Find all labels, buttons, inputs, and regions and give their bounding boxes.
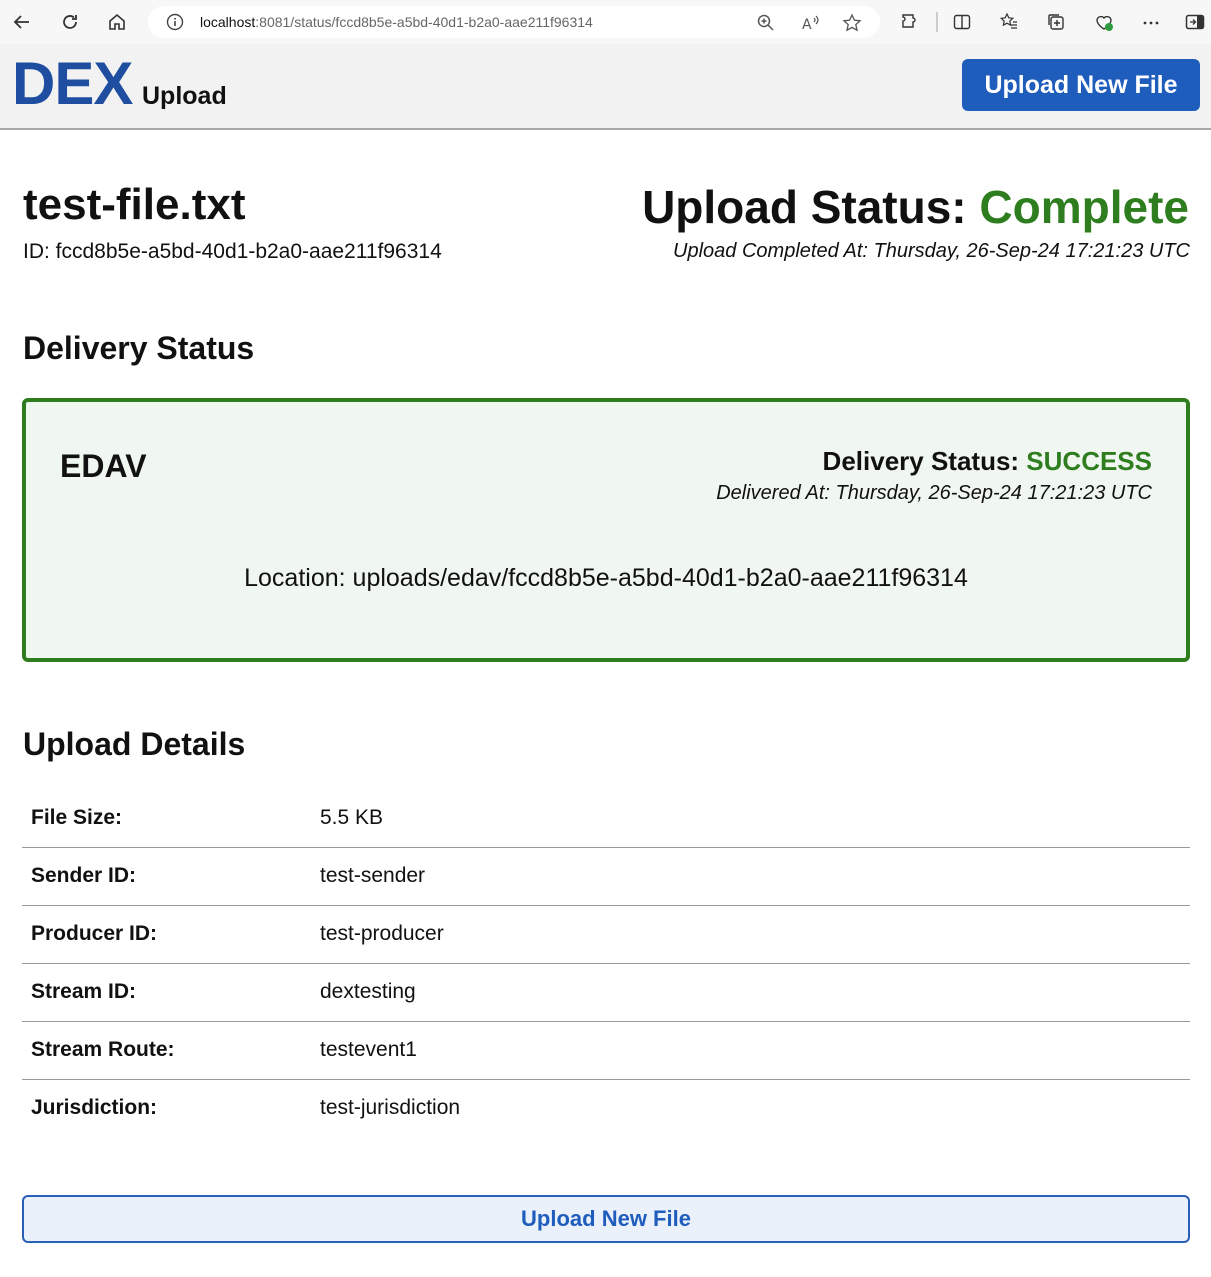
upload-details-section-title: Upload Details: [23, 726, 246, 762]
upload-status-label: Upload Status:: [642, 181, 980, 233]
detail-label: File Size:: [31, 806, 123, 829]
delivery-destination: EDAV: [60, 448, 147, 484]
svg-text:A: A: [802, 17, 812, 33]
split-screen-icon[interactable]: [952, 12, 972, 32]
detail-value: test-sender: [320, 864, 426, 887]
table-row: File Size: 5.5 KB: [22, 790, 1190, 848]
detail-label: Sender ID:: [31, 864, 137, 887]
upload-status-value: Complete: [979, 181, 1189, 233]
detail-value: test-jurisdiction: [320, 1096, 461, 1119]
detail-label: Jurisdiction:: [31, 1096, 158, 1119]
favorites-list-icon[interactable]: [999, 12, 1019, 32]
read-aloud-icon[interactable]: A: [800, 13, 820, 33]
browser-toolbar: localhost:8081/status/fccd8b5e-a5bd-40d1…: [0, 0, 1211, 44]
detail-value: dextesting: [320, 980, 416, 1003]
logo-subtitle: Upload: [142, 82, 227, 110]
detail-value: 5.5 KB: [320, 806, 384, 829]
table-row: Jurisdiction: test-jurisdiction: [22, 1080, 1190, 1138]
delivery-status-label: Delivery Status:: [822, 446, 1027, 476]
info-icon[interactable]: [166, 13, 184, 31]
address-bar[interactable]: localhost:8081/status/fccd8b5e-a5bd-40d1…: [148, 6, 880, 38]
home-icon[interactable]: [103, 8, 131, 36]
table-row: Producer ID: test-producer: [22, 906, 1190, 964]
upload-completed-at: Upload Completed At: Thursday, 26-Sep-24…: [673, 240, 1190, 262]
delivery-status-value: SUCCESS: [1026, 446, 1152, 476]
favorite-star-icon[interactable]: [842, 13, 862, 33]
toolbar-divider: [936, 12, 938, 32]
upload-status-heading: Upload Status: Complete: [642, 180, 1189, 234]
upload-details-table: File Size: 5.5 KB Sender ID: test-sender…: [22, 790, 1190, 1138]
url-host: localhost: [200, 14, 256, 30]
detail-label: Stream ID:: [31, 980, 137, 1003]
detail-value: test-producer: [320, 922, 444, 945]
table-row: Stream ID: dextesting: [22, 964, 1190, 1022]
app-header: DEX Upload Upload New File: [0, 44, 1211, 130]
collections-icon[interactable]: [1046, 12, 1066, 32]
delivery-card: EDAV Delivery Status: SUCCESS Delivered …: [22, 398, 1190, 662]
delivery-location: Location: uploads/edav/fccd8b5e-a5bd-40d…: [244, 564, 968, 592]
sidebar-toggle-icon[interactable]: [1185, 12, 1205, 32]
header-upload-new-file-button[interactable]: Upload New File: [962, 59, 1200, 111]
detail-label: Stream Route:: [31, 1038, 175, 1061]
zoom-icon[interactable]: [756, 13, 776, 33]
file-id: ID: fccd8b5e-a5bd-40d1-b2a0-aae211f96314: [23, 240, 442, 263]
file-name-heading: test-file.txt: [23, 180, 246, 229]
detail-label: Producer ID:: [31, 922, 158, 945]
table-row: Stream Route: testevent1: [22, 1022, 1190, 1080]
detail-value: testevent1: [320, 1038, 417, 1061]
dex-logo[interactable]: DEX: [12, 52, 133, 116]
refresh-icon[interactable]: [56, 8, 84, 36]
extensions-icon[interactable]: [900, 12, 920, 32]
back-arrow-icon[interactable]: [8, 8, 36, 36]
delivery-status-section-title: Delivery Status: [23, 330, 255, 366]
delivered-at: Delivered At: Thursday, 26-Sep-24 17:21:…: [716, 482, 1152, 504]
table-row: Sender ID: test-sender: [22, 848, 1190, 906]
url-path: :8081/status/fccd8b5e-a5bd-40d1-b2a0-aae…: [255, 14, 593, 30]
delivery-status-line: Delivery Status: SUCCESS: [823, 446, 1152, 477]
bottom-upload-new-file-button[interactable]: Upload New File: [22, 1195, 1190, 1243]
more-options-icon[interactable]: [1141, 12, 1161, 32]
browser-essentials-icon[interactable]: [1094, 12, 1114, 32]
url-text[interactable]: localhost:8081/status/fccd8b5e-a5bd-40d1…: [200, 14, 593, 30]
